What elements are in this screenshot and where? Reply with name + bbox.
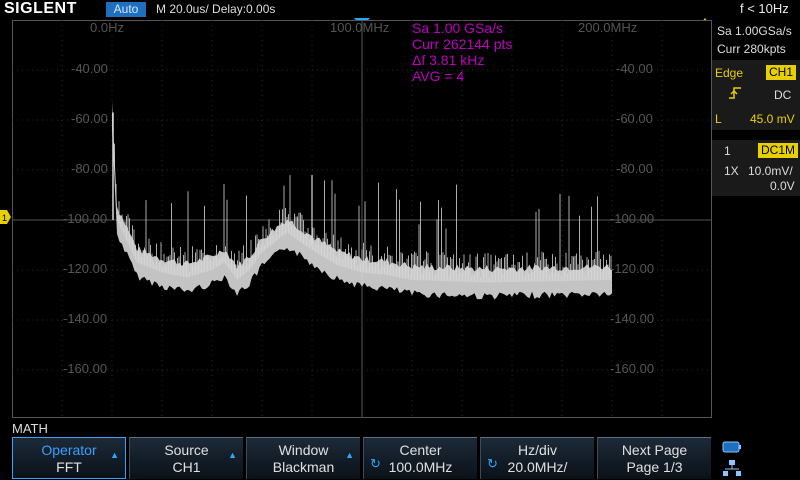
db-label: -160.00 [63, 361, 108, 376]
battery-icon [722, 441, 741, 453]
probe-ratio: 1X [724, 164, 739, 178]
arrow-up-icon: ▲ [110, 450, 119, 460]
fft-sample-rate: Sa 1.00 GSa/s [412, 20, 504, 36]
softkey-value: Page 1/3 [626, 459, 683, 475]
rising-edge-icon [729, 87, 741, 99]
fft-resolution: Δf 3.81 kHz [412, 52, 485, 68]
freq-label-center: 100.0MHz [330, 20, 390, 35]
db-label: -100.00 [63, 211, 108, 226]
db-label: -40.00 [616, 61, 653, 76]
softkey-label: Source [164, 442, 209, 458]
network-icon [723, 460, 741, 476]
trigger-source-badge: CH1 [766, 65, 797, 80]
acq-memory-depth: Curr 280kpts [717, 42, 786, 56]
freq-label-start: 0.0Hz [90, 20, 124, 35]
acq-sample-rate: Sa 1.00GSa/s [717, 24, 792, 38]
trigger-level-value: 45.0 mV [750, 112, 795, 126]
softkey-value: 20.0MHz/ [507, 459, 568, 475]
softkey-label: Hz/div [518, 442, 557, 458]
menu-title: MATH [12, 421, 48, 436]
arrow-up-icon: ▲ [228, 450, 237, 460]
softkey-label: Window [278, 442, 329, 458]
next-page-softkey[interactable]: Next Page Page 1/3 [597, 437, 711, 479]
trigger-type: Edge [715, 66, 744, 80]
volts-per-div: 10.0mV/ [748, 164, 793, 178]
db-label: -40.00 [71, 61, 108, 76]
top-status-bar: SIGLENT Auto M 20.0us/ Delay:0.00s f < 1… [0, 0, 800, 20]
knob-icon: ↻ [487, 456, 498, 471]
timebase-readout: M 20.0us/ Delay:0.00s [156, 2, 276, 16]
softkey-value: 100.0MHz [388, 459, 453, 475]
db-label: -140.00 [63, 311, 108, 326]
source-softkey[interactable]: Source CH1 ▲ [129, 437, 243, 479]
softkey-value: Blackman [272, 459, 335, 475]
db-label: -140.00 [610, 311, 655, 326]
channel-coupling-badge: DC1M [758, 143, 799, 158]
fft-average: AVG = 4 [412, 68, 465, 84]
svg-text:1: 1 [2, 213, 7, 223]
fft-display [12, 20, 712, 418]
hz-div-softkey[interactable]: Hz/div 20.0MHz/ ↻ [480, 437, 594, 479]
window-softkey[interactable]: Window Blackman ▲ [246, 437, 360, 479]
fft-points: Curr 262144 pts [412, 36, 513, 52]
right-info-panel: Sa 1.00GSa/s Curr 280kpts Edge CH1 DC L … [712, 20, 800, 418]
channel-offset: 0.0V [770, 179, 795, 193]
softkey-label: Next Page [621, 442, 688, 458]
db-label: -60.00 [71, 111, 108, 126]
frequency-counter: f < 10Hz [740, 1, 789, 16]
softkey-label: Center [399, 442, 442, 458]
trigger-coupling: DC [774, 88, 792, 102]
freq-label-end: 200.0MHz [578, 20, 638, 35]
channel-number: 1 [724, 144, 731, 158]
softkey-label: Operator [41, 442, 97, 458]
softkey-value: FFT [56, 459, 82, 475]
db-label: -120.00 [63, 261, 108, 276]
db-label: -160.00 [610, 361, 655, 376]
db-label: -80.00 [616, 161, 653, 176]
softkey-value: CH1 [172, 459, 201, 475]
center-softkey[interactable]: Center 100.0MHz ↻ [363, 437, 477, 479]
trigger-mode-badge[interactable]: Auto [106, 2, 146, 17]
db-label: -60.00 [616, 111, 653, 126]
db-label: -80.00 [71, 161, 108, 176]
arrow-up-icon: ▲ [345, 450, 354, 460]
operator-softkey[interactable]: Operator FFT ▲ [12, 437, 126, 479]
channel-1-marker[interactable]: 1 [0, 210, 12, 224]
knob-icon: ↻ [370, 456, 381, 471]
db-label: -100.00 [610, 211, 655, 226]
fft-info-panel: Sa 1.00 GSa/s Curr 262144 pts Δf 3.81 kH… [412, 20, 512, 84]
trigger-level-label: L [715, 112, 722, 126]
brand-logo: SIGLENT [4, 0, 77, 17]
db-label: -120.00 [610, 261, 655, 276]
